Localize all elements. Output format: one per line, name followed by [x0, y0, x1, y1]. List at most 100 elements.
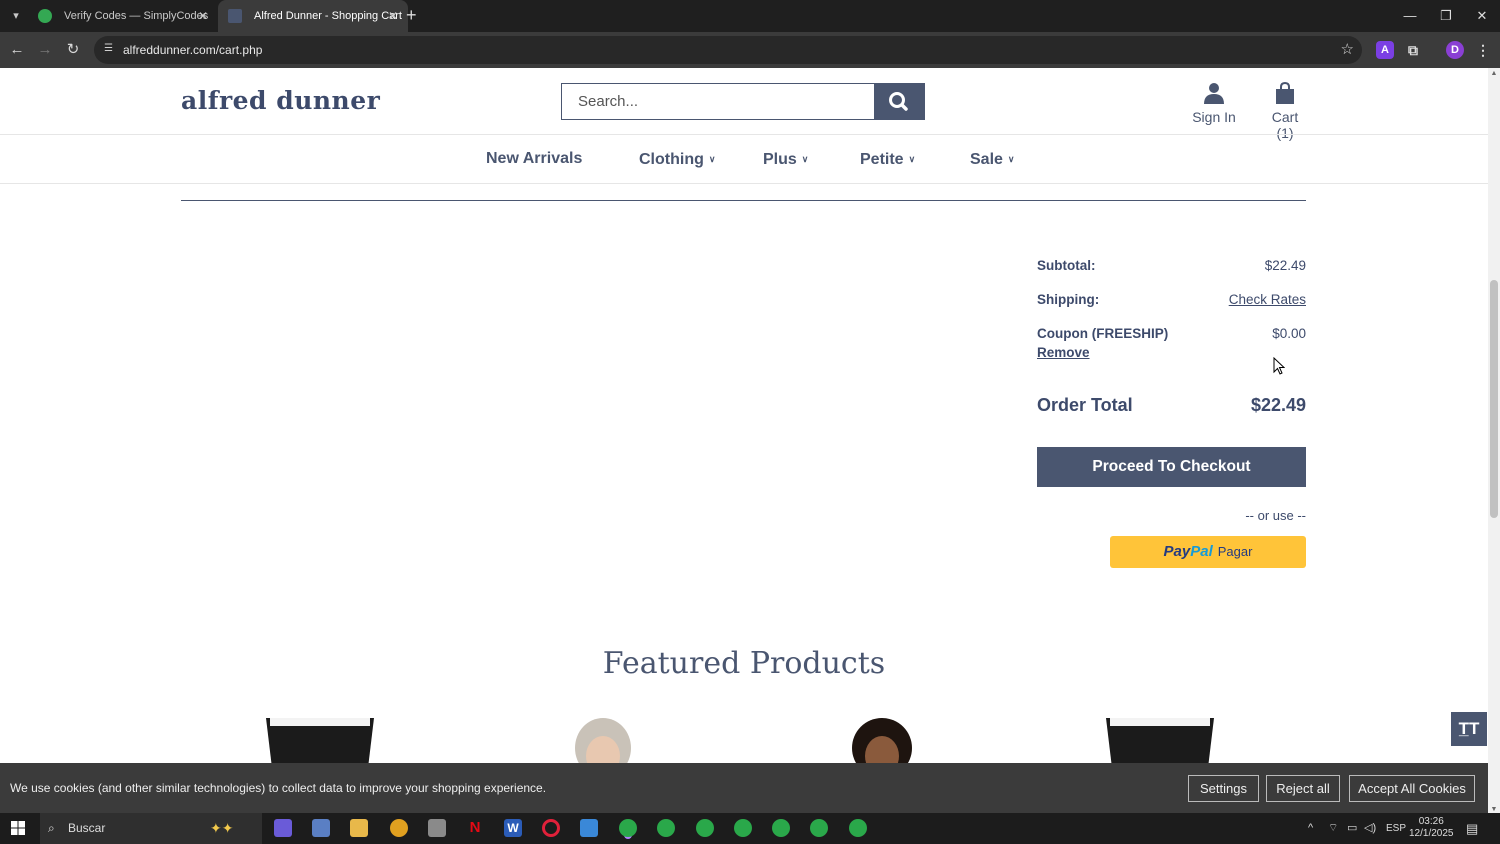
forward-arrow-icon[interactable]: → [33, 38, 57, 62]
search-icon [889, 92, 908, 111]
file-explorer-icon[interactable] [350, 819, 368, 837]
windows-start-icon[interactable] [11, 821, 25, 835]
chevron-down-icon: ∨ [801, 154, 809, 164]
browser-tab-alfred-dunner[interactable]: Alfred Dunner - Shopping Cart ✕ [218, 0, 408, 32]
bookmark-star-icon[interactable]: ☆ [1341, 36, 1354, 64]
product-image[interactable] [1090, 718, 1230, 763]
browser-toolbar: ← → ↻ ☰ alfreddunner.com/cart.php ☆ A ⧉ … [0, 32, 1500, 68]
product-image[interactable] [535, 718, 675, 763]
user-icon [1204, 83, 1224, 104]
language-indicator[interactable]: ESP [1386, 813, 1406, 844]
subtotal-value: $22.49 [1264, 258, 1306, 273]
shipping-label: Shipping: [1037, 292, 1100, 307]
page-content: alfred dunner Sign In Cart (1) New Arriv… [0, 68, 1488, 763]
sign-in-link[interactable]: Sign In [1192, 82, 1236, 125]
chrome-icon[interactable] [734, 819, 752, 837]
extension-a-icon[interactable]: A [1376, 41, 1394, 59]
chrome-icon[interactable] [696, 819, 714, 837]
chrome-icon[interactable] [810, 819, 828, 837]
url-text[interactable]: alfreddunner.com/cart.php [123, 36, 262, 64]
accessibility-text-size-button[interactable]: T̲T [1451, 712, 1487, 746]
text-size-icon: T̲T [1458, 719, 1480, 738]
browser-tab-simplycodes[interactable]: Verify Codes — SimplyCodes ✕ [28, 0, 218, 32]
word-icon[interactable]: W [504, 819, 522, 837]
product-image[interactable] [250, 718, 390, 763]
reload-icon[interactable]: ↻ [61, 38, 85, 62]
tab-search-chevron-icon[interactable]: ▾ [6, 6, 26, 26]
site-info-icon[interactable]: ☰ [104, 42, 118, 56]
nav-label: Clothing [639, 151, 704, 168]
search-button[interactable] [874, 84, 924, 119]
restore-window-icon[interactable]: ❐ [1428, 0, 1464, 32]
browser-menu-icon[interactable]: ⋮ [1474, 41, 1492, 59]
taskbar-clock[interactable]: 03:26 12/1/2025 [1409, 816, 1454, 840]
back-arrow-icon[interactable]: ← [5, 38, 29, 62]
tab-title: Alfred Dunner - Shopping Cart [254, 10, 402, 22]
profile-avatar[interactable]: D [1446, 41, 1464, 59]
sparkle-icon: ✦✦ [210, 820, 234, 836]
close-tab-icon[interactable]: ✕ [198, 0, 208, 32]
nav-sale[interactable]: Sale ∨ [970, 135, 1015, 184]
sign-in-label: Sign In [1192, 109, 1236, 125]
proceed-to-checkout-button[interactable]: Proceed To Checkout [1037, 447, 1306, 487]
alfred-dunner-favicon-icon [228, 9, 242, 23]
search-input[interactable] [562, 84, 875, 119]
accept-all-cookies-button[interactable]: Accept All Cookies [1349, 775, 1475, 802]
minimize-window-icon[interactable]: — [1392, 0, 1428, 32]
or-use-text: -- or use -- [1245, 508, 1306, 523]
chevron-down-icon: ∨ [908, 154, 916, 164]
site-logo[interactable]: alfred dunner [181, 86, 380, 115]
cookie-banner: We use cookies (and other similar techno… [0, 763, 1488, 813]
scroll-up-arrow-icon[interactable]: ▲ [1488, 70, 1500, 77]
section-divider [181, 200, 1306, 201]
remove-coupon-link[interactable]: Remove [1037, 345, 1090, 360]
main-navigation: New Arrivals Clothing ∨ Plus ∨ Petite ∨ Sal… [0, 134, 1488, 184]
page-scrollbar[interactable]: ▲ ▼ [1488, 68, 1500, 813]
app-icon[interactable] [312, 819, 330, 837]
chrome-icon[interactable] [619, 819, 637, 837]
network-icon[interactable]: ⌔ [1328, 813, 1338, 844]
chrome-icon[interactable] [772, 819, 790, 837]
chrome-icon[interactable] [390, 819, 408, 837]
coupon-value: $0.00 [1272, 326, 1306, 341]
extensions-puzzle-icon[interactable]: ⧉ [1404, 41, 1422, 59]
cookie-settings-button[interactable]: Settings [1188, 775, 1259, 802]
chrome-icon[interactable] [849, 819, 867, 837]
netflix-icon[interactable]: N [466, 819, 484, 837]
nav-clothing[interactable]: Clothing ∨ [639, 135, 715, 184]
copilot-icon[interactable] [274, 819, 292, 837]
browser-tab-bar: ▾ Verify Codes — SimplyCodes ✕ Alfred Du… [0, 0, 1500, 32]
check-rates-link[interactable]: Check Rates [1229, 292, 1306, 307]
coupon-label: Coupon (FREESHIP) [1037, 326, 1169, 341]
opera-icon[interactable] [542, 819, 560, 837]
scrollbar-thumb[interactable] [1490, 280, 1498, 518]
windows-taskbar: ⌕ Buscar ✦✦ N W ^ ⌔ ▭ ◁) ESP 03:26 12/1/… [0, 813, 1500, 844]
address-bar[interactable]: ☰ alfreddunner.com/cart.php ☆ [94, 36, 1362, 64]
nav-plus[interactable]: Plus ∨ [763, 135, 808, 184]
chrome-icon[interactable] [657, 819, 675, 837]
notifications-icon[interactable]: ▤ [1466, 813, 1478, 844]
battery-icon[interactable]: ▭ [1347, 813, 1357, 844]
featured-products-heading: Featured Products [602, 646, 886, 681]
volume-icon[interactable]: ◁) [1364, 813, 1376, 844]
paypal-logo: PayPal [1164, 543, 1213, 560]
new-tab-plus-icon[interactable]: + [406, 4, 417, 26]
close-tab-icon[interactable]: ✕ [388, 0, 398, 32]
taskbar-search[interactable]: ⌕ Buscar ✦✦ [40, 813, 262, 844]
simplycodes-favicon-icon [38, 9, 52, 23]
paypal-button[interactable]: PayPal Pagar [1110, 536, 1306, 568]
close-window-icon[interactable]: ✕ [1464, 0, 1500, 32]
nav-new-arrivals[interactable]: New Arrivals [486, 135, 582, 183]
reject-all-button[interactable]: Reject all [1266, 775, 1340, 802]
tray-chevron-up-icon[interactable]: ^ [1308, 813, 1313, 844]
chevron-down-icon: ∨ [1007, 154, 1015, 164]
search-icon: ⌕ [48, 821, 55, 835]
product-image[interactable] [812, 718, 952, 763]
app-icon[interactable] [580, 819, 598, 837]
nav-petite[interactable]: Petite ∨ [860, 135, 915, 184]
cart-link[interactable]: Cart (1) [1262, 81, 1308, 141]
app-icon[interactable] [428, 819, 446, 837]
scroll-down-arrow-icon[interactable]: ▼ [1488, 806, 1500, 813]
paypal-logo-part: Pay [1163, 543, 1191, 560]
paypal-pay-text: Pagar [1217, 544, 1253, 559]
